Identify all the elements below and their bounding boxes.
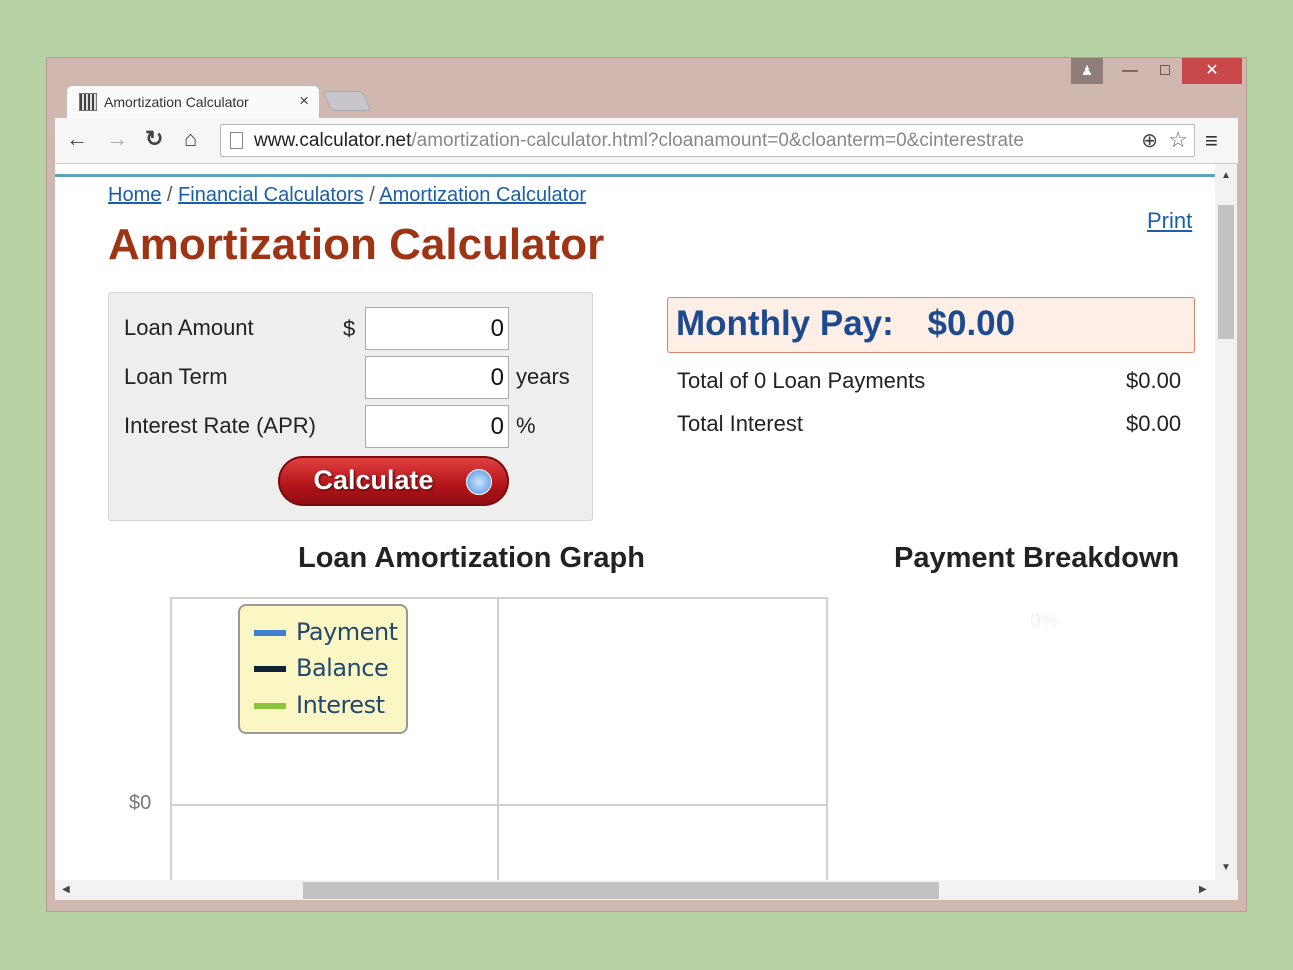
interest-rate-input[interactable]: 0 xyxy=(365,405,509,448)
legend-swatch xyxy=(254,666,286,672)
breadcrumb: Home / Financial Calculators / Amortizat… xyxy=(108,184,586,207)
legend-swatch xyxy=(254,703,286,709)
horizontal-scroll-thumb[interactable] xyxy=(303,882,939,899)
breadcrumb-financial[interactable]: Financial Calculators xyxy=(178,184,364,206)
breadcrumb-home[interactable]: Home xyxy=(108,184,161,206)
scroll-left-icon[interactable]: ◀ xyxy=(62,884,70,895)
interest-rate-label: Interest Rate (APR) xyxy=(124,413,316,439)
y-tick-zero: $0 xyxy=(129,792,151,815)
legend-payment: Payment xyxy=(254,618,398,646)
zoom-icon[interactable]: ⊕ xyxy=(1141,128,1158,153)
legend-interest: Interest xyxy=(254,691,384,719)
total-payments-value: $0.00 xyxy=(1126,368,1181,394)
browser-tab[interactable]: Amortization Calculator × xyxy=(66,85,320,119)
gridline-zero xyxy=(170,804,828,806)
bookmark-star-icon[interactable]: ☆ xyxy=(1168,127,1188,153)
url-domain: www.calculator.net xyxy=(254,130,411,151)
loan-term-input[interactable]: 0 xyxy=(365,356,509,399)
breakdown-percent: 0% xyxy=(1030,611,1057,633)
monthly-pay-label: Monthly Pay: xyxy=(676,304,894,343)
close-window-button[interactable]: ✕ xyxy=(1182,58,1242,84)
calculate-label: Calculate xyxy=(313,465,433,495)
vertical-scroll-thumb[interactable] xyxy=(1218,205,1234,339)
page-icon xyxy=(230,132,243,149)
minimize-button[interactable]: — xyxy=(1112,58,1148,84)
print-link[interactable]: Print xyxy=(1147,208,1192,234)
loan-term-label: Loan Term xyxy=(124,364,228,390)
divider xyxy=(55,174,1215,177)
loan-amount-input[interactable]: 0 xyxy=(365,307,509,350)
calculate-button[interactable]: Calculate xyxy=(278,456,509,506)
legend-swatch xyxy=(254,630,286,636)
total-interest-label: Total Interest xyxy=(677,411,803,437)
menu-icon[interactable]: ≡ xyxy=(1205,128,1218,154)
monthly-pay-value: $0.00 xyxy=(928,304,1016,343)
total-interest-value: $0.00 xyxy=(1126,411,1181,437)
page-title: Amortization Calculator xyxy=(108,220,604,270)
currency-symbol: $ xyxy=(343,316,355,342)
home-icon[interactable]: ⌂ xyxy=(184,126,197,152)
graph-legend: Payment Balance Interest xyxy=(238,604,408,734)
percent-unit: % xyxy=(516,413,536,439)
graph-title: Loan Amortization Graph xyxy=(298,542,645,575)
calculator-icon xyxy=(79,93,97,111)
maximize-button[interactable]: □ xyxy=(1147,58,1183,84)
loan-amount-label: Loan Amount xyxy=(124,315,254,341)
scroll-up-icon[interactable]: ▲ xyxy=(1221,170,1231,181)
arrow-circle-icon xyxy=(466,469,492,495)
breakdown-title: Payment Breakdown xyxy=(894,542,1179,575)
back-icon[interactable]: ← xyxy=(66,126,88,152)
address-bar[interactable]: www.calculator.net/amortization-calculat… xyxy=(220,124,1195,157)
total-payments-label: Total of 0 Loan Payments xyxy=(677,368,925,394)
close-tab-icon[interactable]: × xyxy=(299,91,309,111)
forward-icon[interactable]: → xyxy=(106,126,128,152)
monthly-pay-box: Monthly Pay: $0.00 xyxy=(667,297,1195,353)
legend-balance: Balance xyxy=(254,654,388,682)
scroll-right-icon[interactable]: ▶ xyxy=(1199,884,1207,895)
scroll-down-icon[interactable]: ▼ xyxy=(1221,862,1231,873)
breadcrumb-amortization[interactable]: Amortization Calculator xyxy=(379,184,586,206)
gridline-vertical xyxy=(497,597,499,880)
reload-icon[interactable]: ↻ xyxy=(145,126,163,152)
tab-title: Amortization Calculator xyxy=(104,94,249,110)
years-unit: years xyxy=(516,364,570,390)
url-path: /amortization-calculator.html?cloanamoun… xyxy=(411,130,1024,151)
user-profile-button[interactable]: ♟ xyxy=(1071,58,1103,84)
